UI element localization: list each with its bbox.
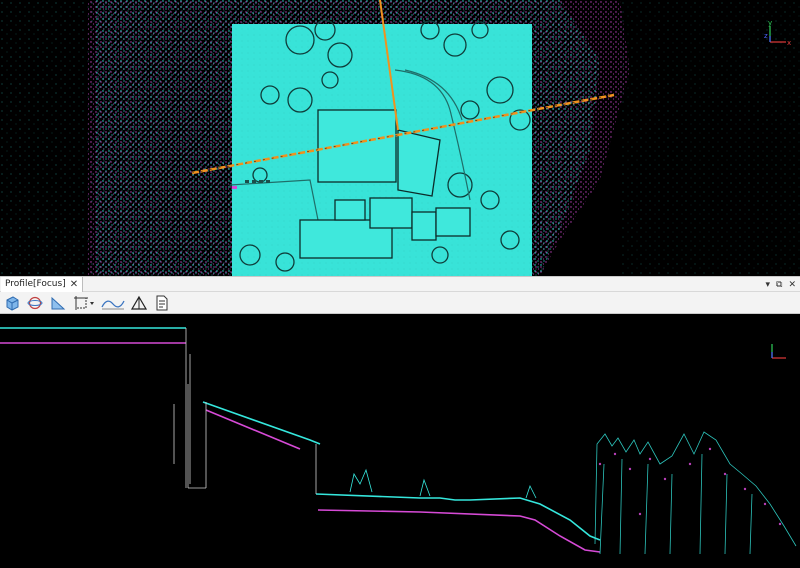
map-viewport[interactable]: y z x bbox=[0, 0, 800, 276]
profile-tool-icon[interactable] bbox=[100, 294, 126, 312]
view-3d-icon[interactable] bbox=[2, 294, 22, 312]
profile-cross-section-view[interactable] bbox=[0, 314, 800, 568]
profile-toolbar bbox=[0, 292, 800, 314]
panel-close-icon[interactable]: ✕ bbox=[788, 280, 796, 290]
axis-y-label: y bbox=[768, 19, 772, 27]
profile-panel-header: Profile[Focus] ✕ ▾ ⧉ ✕ bbox=[0, 276, 800, 292]
panel-float-icon[interactable]: ⧉ bbox=[776, 280, 782, 290]
axis-x-label: x bbox=[787, 39, 791, 47]
axis-z-label: z bbox=[764, 32, 768, 40]
select-region-icon[interactable] bbox=[71, 294, 97, 312]
tab-close-icon[interactable]: ✕ bbox=[70, 277, 78, 292]
rotate-view-icon[interactable] bbox=[25, 294, 45, 312]
panel-menu-icon[interactable]: ▾ bbox=[765, 280, 770, 290]
measure-slope-icon[interactable] bbox=[48, 294, 68, 312]
tab-profile[interactable]: Profile[Focus] ✕ bbox=[1, 277, 84, 292]
panel-controls: ▾ ⧉ ✕ bbox=[765, 277, 796, 292]
point-cloud-plan-view bbox=[0, 0, 800, 276]
profile-point-cloud bbox=[0, 327, 797, 555]
report-icon[interactable] bbox=[152, 294, 172, 312]
axis-gizmo: y z x bbox=[762, 18, 796, 52]
triangle-measure-icon[interactable] bbox=[129, 294, 149, 312]
tab-profile-label: Profile[Focus] bbox=[5, 279, 66, 289]
